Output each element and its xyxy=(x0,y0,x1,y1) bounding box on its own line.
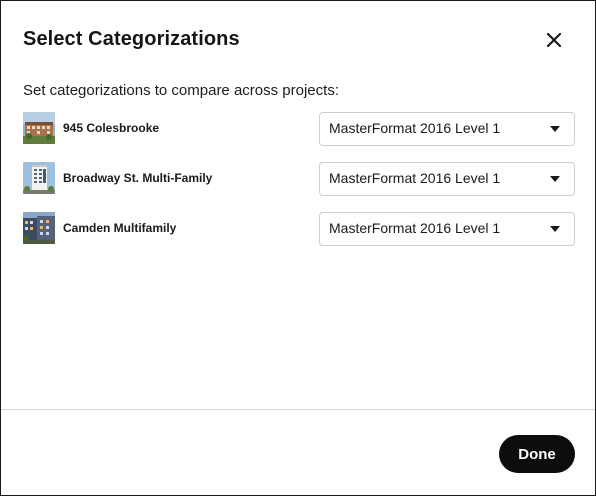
project-thumbnail xyxy=(23,112,55,144)
project-thumbnail xyxy=(23,212,55,244)
done-button[interactable]: Done xyxy=(499,435,575,473)
project-row: Camden Multifamily MasterFormat 2016 Lev… xyxy=(23,212,575,246)
chevron-down-icon xyxy=(550,176,560,182)
chevron-down-icon xyxy=(550,126,560,132)
building-photo-icon xyxy=(23,112,55,144)
project-name: Camden Multifamily xyxy=(63,221,177,235)
categorization-select-value: MasterFormat 2016 Level 1 xyxy=(329,120,501,136)
close-icon[interactable] xyxy=(541,27,567,53)
project-row: 945 Colesbrooke MasterFormat 2016 Level … xyxy=(23,112,575,146)
dialog-subtitle: Set categorizations to compare across pr… xyxy=(23,82,339,99)
building-photo-icon xyxy=(23,212,55,244)
categorization-select-value: MasterFormat 2016 Level 1 xyxy=(329,220,501,236)
categorization-select[interactable]: MasterFormat 2016 Level 1 xyxy=(319,112,575,146)
project-name: 945 Colesbrooke xyxy=(63,121,160,135)
project-name: Broadway St. Multi-Family xyxy=(63,171,213,185)
dialog-title: Select Categorizations xyxy=(23,28,240,50)
categorization-select[interactable]: MasterFormat 2016 Level 1 xyxy=(319,212,575,246)
building-photo-icon xyxy=(23,162,55,194)
footer-divider xyxy=(1,409,595,410)
select-categorizations-dialog: Select Categorizations Set categorizatio… xyxy=(0,0,596,496)
chevron-down-icon xyxy=(550,226,560,232)
categorization-select[interactable]: MasterFormat 2016 Level 1 xyxy=(319,162,575,196)
categorization-select-value: MasterFormat 2016 Level 1 xyxy=(329,170,501,186)
project-thumbnail xyxy=(23,162,55,194)
project-row: Broadway St. Multi-Family MasterFormat 2… xyxy=(23,162,575,196)
